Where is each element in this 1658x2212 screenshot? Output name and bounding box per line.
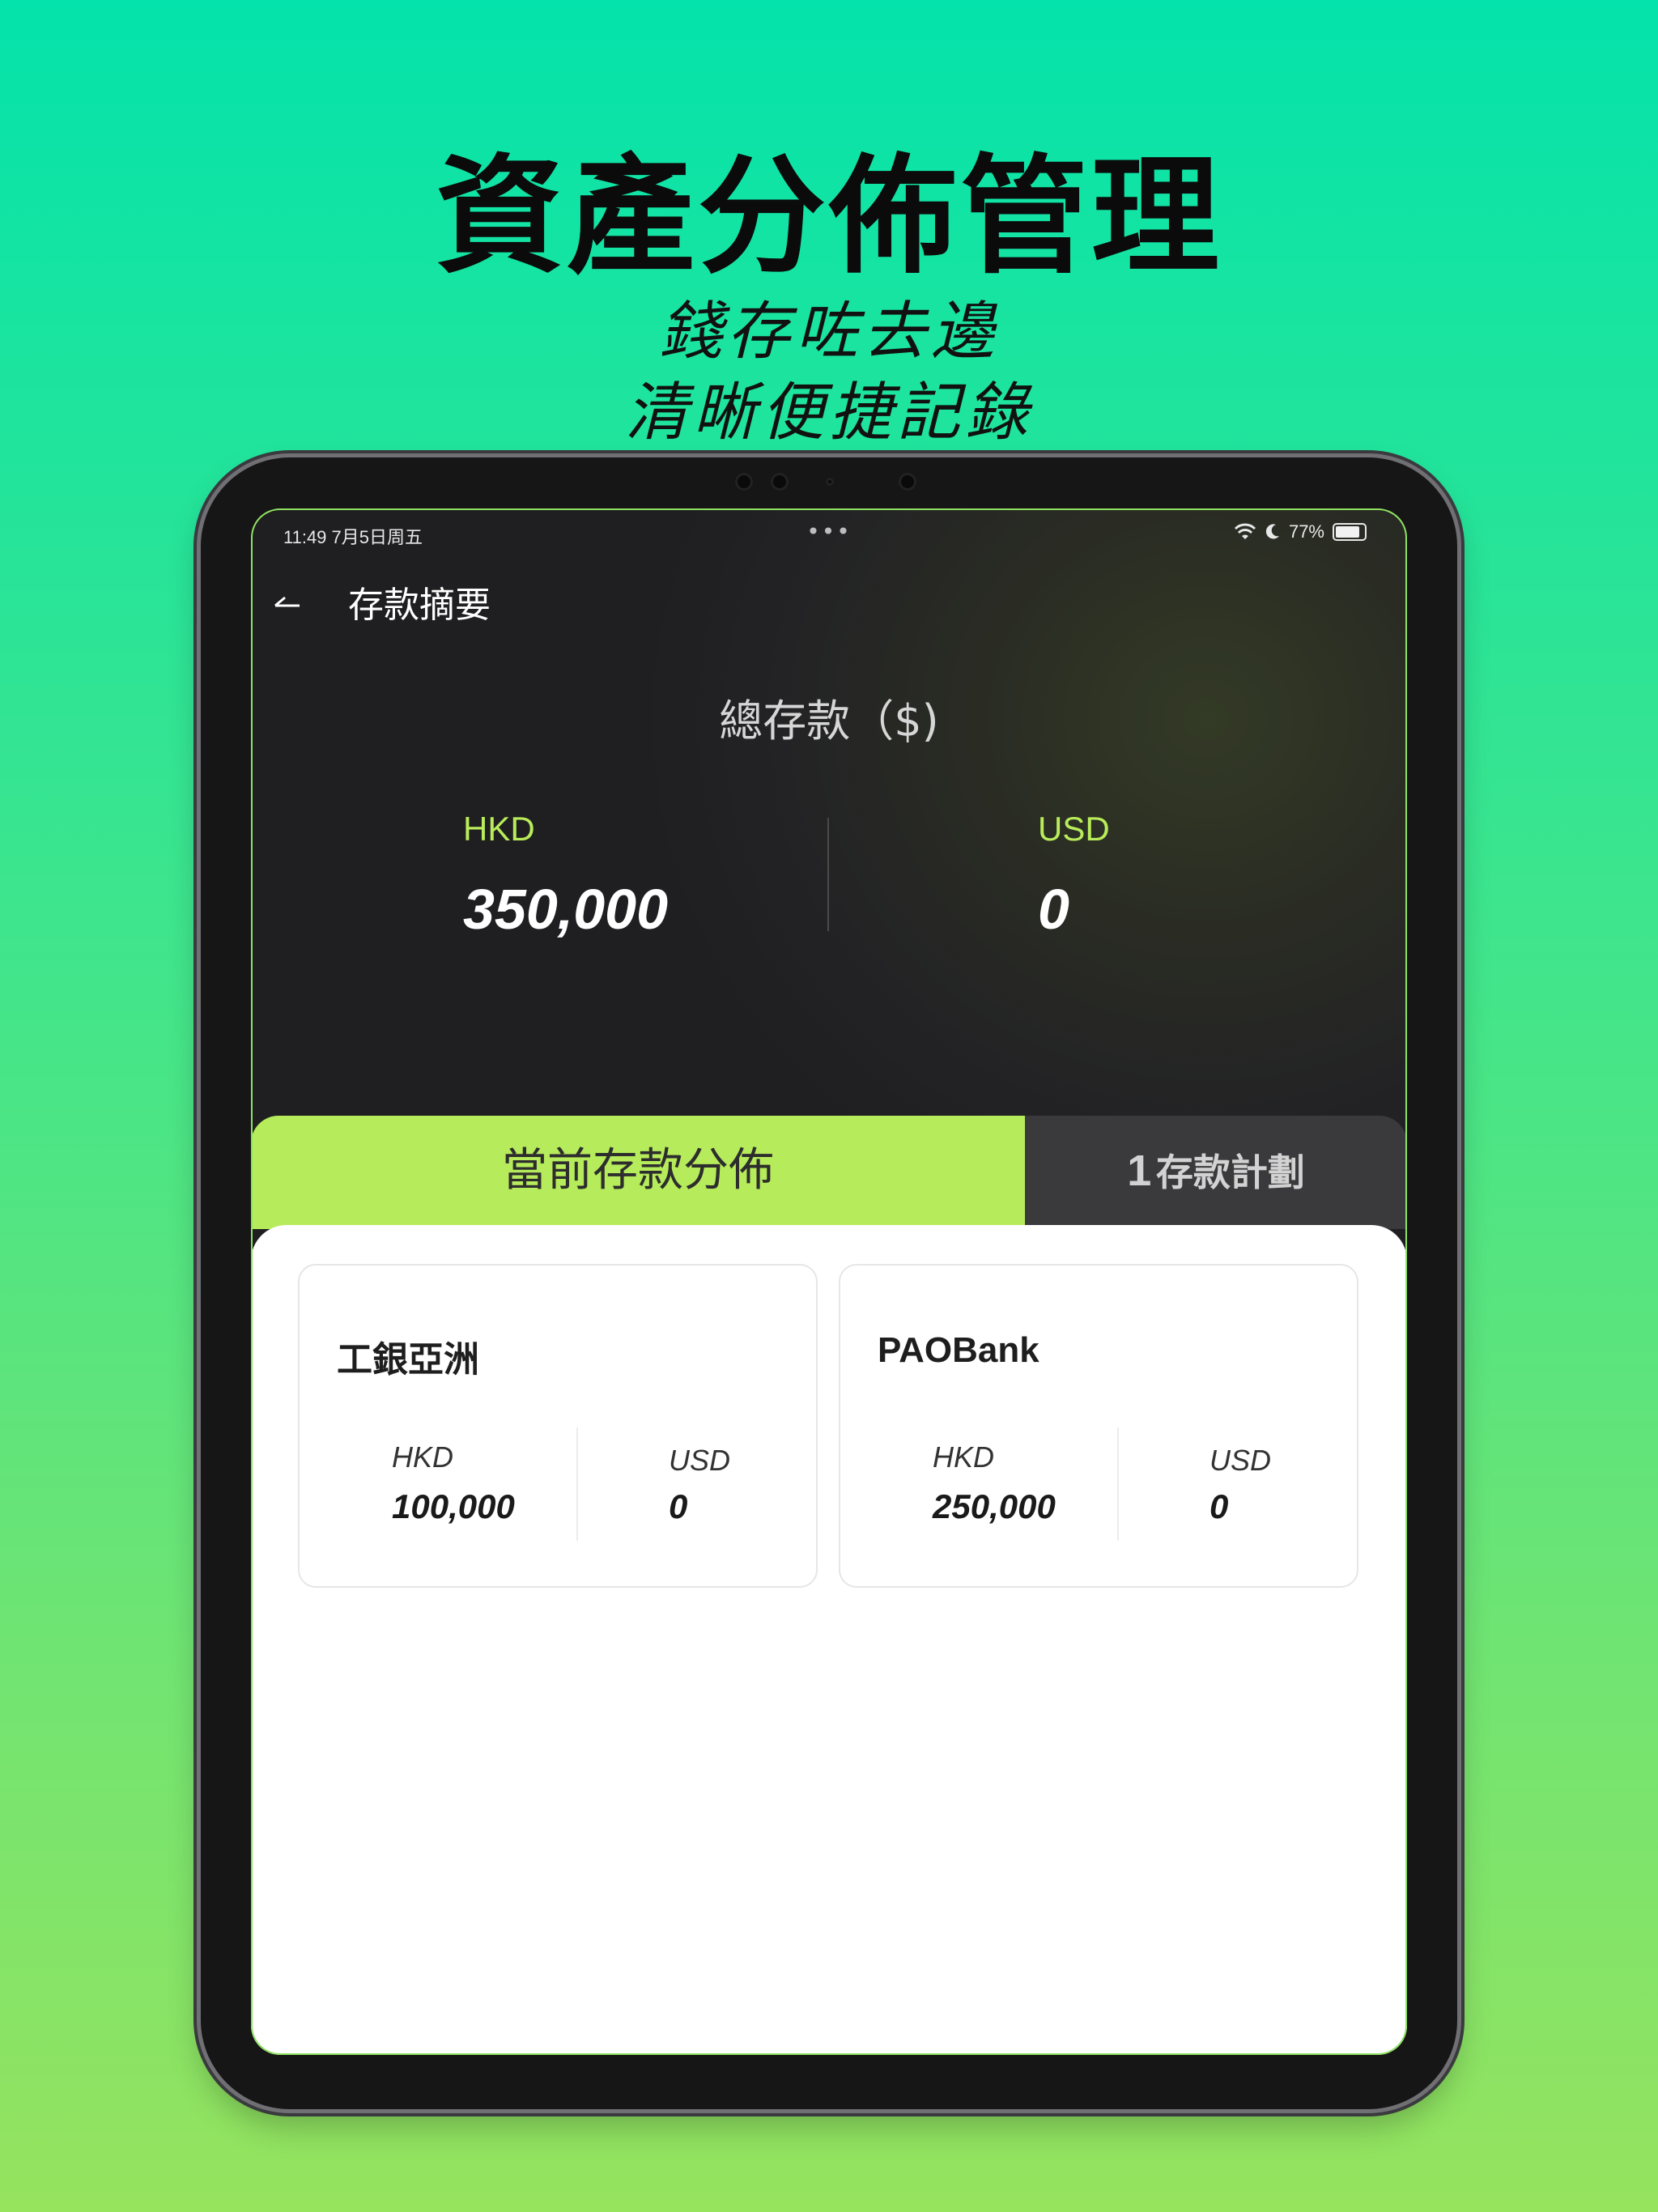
promo-subtitle-line1: 錢存咗去邊	[658, 296, 999, 368]
promo-subtitle-line2: 清晰便捷記錄	[624, 376, 1033, 449]
back-arrow-icon[interactable]	[270, 583, 311, 623]
moon-icon	[1265, 524, 1279, 539]
bank-hkd-value: 100,000	[392, 1487, 515, 1525]
bank-card-paobank[interactable]: PAOBank HKD 250,000 USD 0	[839, 1264, 1358, 1588]
bank-usd-value: 0	[1209, 1487, 1229, 1525]
total-deposit-label: 總存款（$)	[719, 696, 939, 747]
bank-hkd-label: HKD	[392, 1440, 454, 1474]
card-divider	[1117, 1427, 1119, 1541]
bank-usd-value: 0	[669, 1487, 688, 1525]
deposit-plan-label: 存款計劃	[1155, 1151, 1305, 1194]
front-camera	[729, 470, 931, 494]
device-volume-down-button	[1457, 640, 1464, 700]
distribution-panel: 工銀亞洲 HKD 100,000 USD 0 PAOBank HKD 250,0…	[251, 1225, 1407, 2055]
battery-percent: 77%	[1288, 521, 1324, 542]
status-bar: 11:49 7月5日周五 ••• 77%	[275, 517, 1383, 547]
tab-current-distribution[interactable]: 當前存款分佈	[251, 1116, 1025, 1229]
bank-hkd-value: 250,000	[933, 1487, 1056, 1525]
device-volume-up-button	[1457, 571, 1464, 632]
total-usd-label: USD	[1038, 810, 1110, 848]
bank-name: 工銀亞洲	[337, 1340, 479, 1380]
bank-card-icbc-asia[interactable]: 工銀亞洲 HKD 100,000 USD 0	[298, 1264, 818, 1588]
bank-hkd-label: HKD	[933, 1440, 995, 1474]
multitasking-dots-icon[interactable]: •••	[275, 518, 1383, 545]
card-divider	[576, 1427, 578, 1541]
app-screen: 11:49 7月5日周五 ••• 77% 存款摘要 總存款（$) HKD 350…	[251, 508, 1407, 2055]
wifi-icon	[1234, 523, 1256, 539]
summary-divider	[827, 818, 829, 931]
tab-deposit-plan[interactable]: 1 存款計劃	[1025, 1116, 1407, 1229]
bank-usd-label: USD	[1209, 1444, 1272, 1477]
total-hkd-label: HKD	[463, 810, 535, 848]
battery-icon	[1333, 523, 1367, 541]
bank-name: PAOBank	[878, 1330, 1039, 1370]
deposit-plan-count: 1	[1127, 1146, 1152, 1195]
total-usd-value: 0	[1038, 878, 1069, 941]
promo-title: 資產分佈管理	[436, 143, 1222, 291]
page-title: 存款摘要	[348, 585, 491, 626]
bank-usd-label: USD	[669, 1444, 731, 1477]
total-hkd-value: 350,000	[463, 878, 669, 941]
